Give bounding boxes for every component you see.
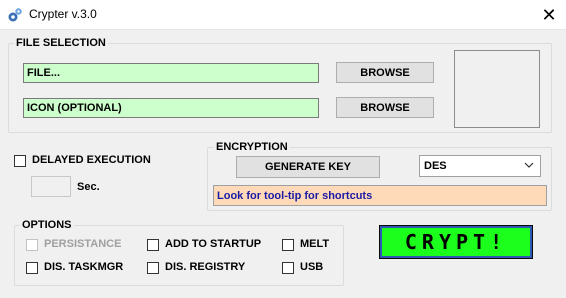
icon-preview <box>454 50 540 128</box>
dis-registry-label: DIS. REGISTRY <box>165 261 246 273</box>
dis-registry-checkbox[interactable] <box>147 262 159 274</box>
browse-file-button[interactable]: BROWSE <box>336 62 434 83</box>
encryption-label: ENCRYPTION <box>214 141 290 153</box>
melt-label: MELT <box>300 238 330 250</box>
file-field[interactable]: FILE... <box>23 63 319 83</box>
close-icon: ✕ <box>541 4 557 25</box>
persistance-checkbox[interactable] <box>26 239 38 251</box>
usb-checkbox[interactable] <box>282 262 294 274</box>
delayed-execution-checkbox[interactable] <box>14 155 26 167</box>
persistance-label: PERSISTANCE <box>44 238 122 250</box>
options-label: OPTIONS <box>20 219 74 231</box>
chevron-down-icon <box>524 162 534 168</box>
algorithm-select[interactable]: DES <box>419 155 541 177</box>
usb-label: USB <box>300 261 324 273</box>
delayed-execution-label: DELAYED EXECUTION <box>32 154 151 166</box>
melt-checkbox[interactable] <box>282 239 294 251</box>
algorithm-value: DES <box>424 160 447 172</box>
app-gear-icon <box>8 8 22 22</box>
window-title: Crypter v.3.0 <box>29 7 97 21</box>
browse-icon-button[interactable]: BROWSE <box>336 97 434 118</box>
crypt-button[interactable]: CRYPT! <box>379 225 533 259</box>
close-button[interactable]: ✕ <box>532 0 566 30</box>
generate-key-button[interactable]: GENERATE KEY <box>236 156 380 178</box>
delay-unit-label: Sec. <box>77 181 100 193</box>
dis-taskmgr-checkbox[interactable] <box>26 262 38 274</box>
add-to-startup-checkbox[interactable] <box>147 239 159 251</box>
dis-taskmgr-label: DIS. TASKMGR <box>44 261 124 273</box>
icon-field[interactable]: ICON (OPTIONAL) <box>23 98 319 118</box>
add-to-startup-label: ADD TO STARTUP <box>165 238 262 250</box>
shortcut-hint: Look for tool-tip for shortcuts <box>213 185 547 206</box>
file-selection-label: FILE SELECTION <box>14 37 108 49</box>
options-group <box>14 225 344 286</box>
delay-seconds-input[interactable] <box>31 176 71 197</box>
title-bar: Crypter v.3.0 ✕ <box>0 0 566 30</box>
